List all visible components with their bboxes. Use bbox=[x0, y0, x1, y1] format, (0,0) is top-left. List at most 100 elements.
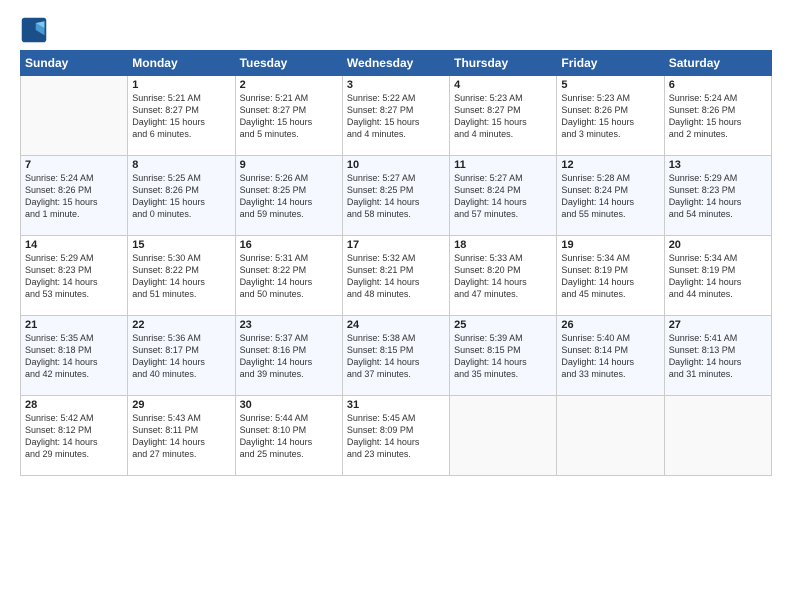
day-number: 13 bbox=[669, 159, 767, 171]
day-number: 25 bbox=[454, 319, 552, 331]
day-number: 8 bbox=[132, 159, 230, 171]
day-number: 3 bbox=[347, 79, 445, 91]
day-info: Sunrise: 5:22 AM Sunset: 8:27 PM Dayligh… bbox=[347, 92, 445, 141]
day-number: 22 bbox=[132, 319, 230, 331]
calendar-cell: 15Sunrise: 5:30 AM Sunset: 8:22 PM Dayli… bbox=[128, 236, 235, 316]
calendar-cell: 12Sunrise: 5:28 AM Sunset: 8:24 PM Dayli… bbox=[557, 156, 664, 236]
calendar-cell: 7Sunrise: 5:24 AM Sunset: 8:26 PM Daylig… bbox=[21, 156, 128, 236]
day-info: Sunrise: 5:42 AM Sunset: 8:12 PM Dayligh… bbox=[25, 412, 123, 461]
calendar-cell: 31Sunrise: 5:45 AM Sunset: 8:09 PM Dayli… bbox=[342, 396, 449, 476]
calendar-cell: 17Sunrise: 5:32 AM Sunset: 8:21 PM Dayli… bbox=[342, 236, 449, 316]
calendar-cell: 9Sunrise: 5:26 AM Sunset: 8:25 PM Daylig… bbox=[235, 156, 342, 236]
calendar-cell: 20Sunrise: 5:34 AM Sunset: 8:19 PM Dayli… bbox=[664, 236, 771, 316]
day-number: 7 bbox=[25, 159, 123, 171]
day-number: 24 bbox=[347, 319, 445, 331]
week-row-5: 28Sunrise: 5:42 AM Sunset: 8:12 PM Dayli… bbox=[21, 396, 772, 476]
day-info: Sunrise: 5:29 AM Sunset: 8:23 PM Dayligh… bbox=[25, 252, 123, 301]
calendar-cell: 24Sunrise: 5:38 AM Sunset: 8:15 PM Dayli… bbox=[342, 316, 449, 396]
day-info: Sunrise: 5:45 AM Sunset: 8:09 PM Dayligh… bbox=[347, 412, 445, 461]
day-number: 30 bbox=[240, 399, 338, 411]
calendar-cell: 30Sunrise: 5:44 AM Sunset: 8:10 PM Dayli… bbox=[235, 396, 342, 476]
day-number: 9 bbox=[240, 159, 338, 171]
day-number: 16 bbox=[240, 239, 338, 251]
logo-icon bbox=[20, 16, 48, 44]
weekday-header-monday: Monday bbox=[128, 51, 235, 76]
calendar-cell: 28Sunrise: 5:42 AM Sunset: 8:12 PM Dayli… bbox=[21, 396, 128, 476]
day-info: Sunrise: 5:30 AM Sunset: 8:22 PM Dayligh… bbox=[132, 252, 230, 301]
calendar-cell: 21Sunrise: 5:35 AM Sunset: 8:18 PM Dayli… bbox=[21, 316, 128, 396]
day-number: 20 bbox=[669, 239, 767, 251]
calendar-cell: 14Sunrise: 5:29 AM Sunset: 8:23 PM Dayli… bbox=[21, 236, 128, 316]
day-info: Sunrise: 5:28 AM Sunset: 8:24 PM Dayligh… bbox=[561, 172, 659, 221]
calendar-cell: 3Sunrise: 5:22 AM Sunset: 8:27 PM Daylig… bbox=[342, 76, 449, 156]
day-info: Sunrise: 5:25 AM Sunset: 8:26 PM Dayligh… bbox=[132, 172, 230, 221]
day-info: Sunrise: 5:29 AM Sunset: 8:23 PM Dayligh… bbox=[669, 172, 767, 221]
day-info: Sunrise: 5:33 AM Sunset: 8:20 PM Dayligh… bbox=[454, 252, 552, 301]
calendar-cell: 6Sunrise: 5:24 AM Sunset: 8:26 PM Daylig… bbox=[664, 76, 771, 156]
day-info: Sunrise: 5:40 AM Sunset: 8:14 PM Dayligh… bbox=[561, 332, 659, 381]
day-number: 17 bbox=[347, 239, 445, 251]
calendar-cell: 5Sunrise: 5:23 AM Sunset: 8:26 PM Daylig… bbox=[557, 76, 664, 156]
day-info: Sunrise: 5:38 AM Sunset: 8:15 PM Dayligh… bbox=[347, 332, 445, 381]
day-info: Sunrise: 5:27 AM Sunset: 8:25 PM Dayligh… bbox=[347, 172, 445, 221]
logo bbox=[20, 16, 52, 44]
calendar-cell bbox=[21, 76, 128, 156]
weekday-header-tuesday: Tuesday bbox=[235, 51, 342, 76]
day-number: 12 bbox=[561, 159, 659, 171]
calendar-cell: 8Sunrise: 5:25 AM Sunset: 8:26 PM Daylig… bbox=[128, 156, 235, 236]
calendar-cell: 22Sunrise: 5:36 AM Sunset: 8:17 PM Dayli… bbox=[128, 316, 235, 396]
day-number: 18 bbox=[454, 239, 552, 251]
weekday-header-thursday: Thursday bbox=[450, 51, 557, 76]
weekday-header-row: SundayMondayTuesdayWednesdayThursdayFrid… bbox=[21, 51, 772, 76]
calendar-cell: 10Sunrise: 5:27 AM Sunset: 8:25 PM Dayli… bbox=[342, 156, 449, 236]
day-number: 19 bbox=[561, 239, 659, 251]
calendar-table: SundayMondayTuesdayWednesdayThursdayFrid… bbox=[20, 50, 772, 476]
calendar-cell: 13Sunrise: 5:29 AM Sunset: 8:23 PM Dayli… bbox=[664, 156, 771, 236]
day-info: Sunrise: 5:21 AM Sunset: 8:27 PM Dayligh… bbox=[132, 92, 230, 141]
week-row-2: 7Sunrise: 5:24 AM Sunset: 8:26 PM Daylig… bbox=[21, 156, 772, 236]
week-row-4: 21Sunrise: 5:35 AM Sunset: 8:18 PM Dayli… bbox=[21, 316, 772, 396]
calendar-cell: 4Sunrise: 5:23 AM Sunset: 8:27 PM Daylig… bbox=[450, 76, 557, 156]
day-info: Sunrise: 5:31 AM Sunset: 8:22 PM Dayligh… bbox=[240, 252, 338, 301]
calendar-cell bbox=[450, 396, 557, 476]
day-number: 21 bbox=[25, 319, 123, 331]
day-info: Sunrise: 5:39 AM Sunset: 8:15 PM Dayligh… bbox=[454, 332, 552, 381]
calendar-cell bbox=[664, 396, 771, 476]
day-info: Sunrise: 5:24 AM Sunset: 8:26 PM Dayligh… bbox=[25, 172, 123, 221]
day-number: 10 bbox=[347, 159, 445, 171]
day-number: 4 bbox=[454, 79, 552, 91]
day-number: 23 bbox=[240, 319, 338, 331]
day-info: Sunrise: 5:34 AM Sunset: 8:19 PM Dayligh… bbox=[669, 252, 767, 301]
day-info: Sunrise: 5:24 AM Sunset: 8:26 PM Dayligh… bbox=[669, 92, 767, 141]
day-number: 31 bbox=[347, 399, 445, 411]
day-info: Sunrise: 5:41 AM Sunset: 8:13 PM Dayligh… bbox=[669, 332, 767, 381]
day-info: Sunrise: 5:43 AM Sunset: 8:11 PM Dayligh… bbox=[132, 412, 230, 461]
day-number: 5 bbox=[561, 79, 659, 91]
calendar-cell: 26Sunrise: 5:40 AM Sunset: 8:14 PM Dayli… bbox=[557, 316, 664, 396]
header bbox=[20, 16, 772, 44]
day-number: 27 bbox=[669, 319, 767, 331]
weekday-header-saturday: Saturday bbox=[664, 51, 771, 76]
day-number: 14 bbox=[25, 239, 123, 251]
weekday-header-sunday: Sunday bbox=[21, 51, 128, 76]
calendar-cell: 23Sunrise: 5:37 AM Sunset: 8:16 PM Dayli… bbox=[235, 316, 342, 396]
calendar-cell: 16Sunrise: 5:31 AM Sunset: 8:22 PM Dayli… bbox=[235, 236, 342, 316]
day-number: 6 bbox=[669, 79, 767, 91]
day-number: 29 bbox=[132, 399, 230, 411]
weekday-header-wednesday: Wednesday bbox=[342, 51, 449, 76]
day-info: Sunrise: 5:34 AM Sunset: 8:19 PM Dayligh… bbox=[561, 252, 659, 301]
day-number: 2 bbox=[240, 79, 338, 91]
calendar-cell: 18Sunrise: 5:33 AM Sunset: 8:20 PM Dayli… bbox=[450, 236, 557, 316]
day-info: Sunrise: 5:23 AM Sunset: 8:27 PM Dayligh… bbox=[454, 92, 552, 141]
calendar-cell: 27Sunrise: 5:41 AM Sunset: 8:13 PM Dayli… bbox=[664, 316, 771, 396]
day-info: Sunrise: 5:37 AM Sunset: 8:16 PM Dayligh… bbox=[240, 332, 338, 381]
day-info: Sunrise: 5:32 AM Sunset: 8:21 PM Dayligh… bbox=[347, 252, 445, 301]
day-number: 11 bbox=[454, 159, 552, 171]
calendar-cell: 29Sunrise: 5:43 AM Sunset: 8:11 PM Dayli… bbox=[128, 396, 235, 476]
calendar-cell: 1Sunrise: 5:21 AM Sunset: 8:27 PM Daylig… bbox=[128, 76, 235, 156]
day-info: Sunrise: 5:36 AM Sunset: 8:17 PM Dayligh… bbox=[132, 332, 230, 381]
day-number: 15 bbox=[132, 239, 230, 251]
calendar-cell: 2Sunrise: 5:21 AM Sunset: 8:27 PM Daylig… bbox=[235, 76, 342, 156]
calendar-cell bbox=[557, 396, 664, 476]
day-number: 1 bbox=[132, 79, 230, 91]
